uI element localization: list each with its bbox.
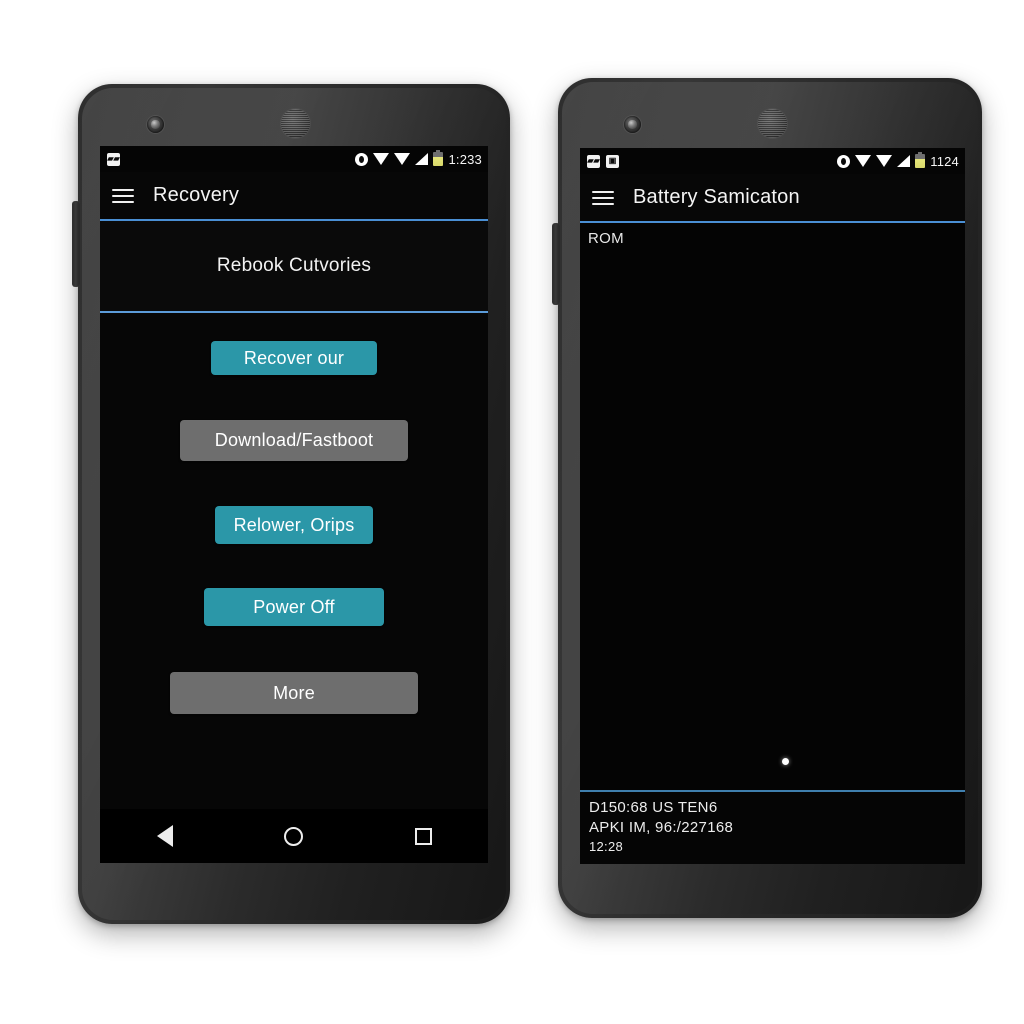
phone-left: ▰▰ 1:233 Recovery Rebook Cutvories Recov… [72, 84, 510, 924]
battery-icon [915, 152, 926, 168]
front-camera-icon-right [624, 116, 641, 133]
phone-left-content: Recover our Download/Fastboot Relower, O… [100, 313, 488, 809]
statusbar-left: ▰▰ 1:233 [100, 146, 488, 172]
log-line-2: APKI IM, 96:/227168 [589, 818, 734, 836]
signal-icon [897, 155, 911, 167]
statusbar-left-notifications: ▰▰ [107, 152, 120, 166]
statusbar-clock-right: 1124 [930, 153, 959, 169]
battery-icon [433, 150, 444, 166]
signal-icon [415, 153, 429, 165]
nav-home-icon[interactable] [271, 813, 317, 859]
more-button[interactable]: More [170, 672, 418, 714]
nav-back-icon[interactable] [142, 813, 188, 859]
loading-indicator-dot [782, 758, 789, 765]
front-camera-icon [147, 116, 164, 133]
page-title: Recovery [153, 184, 240, 206]
wifi-icon-secondary [876, 155, 893, 167]
log-line-3: 12:28 [589, 838, 624, 854]
phone-right: ▰▰ ▣ 1124 Battery Samicaton ROM D150:68 … [552, 78, 982, 918]
android-navbar-left [100, 809, 488, 863]
scene-root: ▰▰ 1:233 Recovery Rebook Cutvories Recov… [0, 0, 1024, 1024]
download-fastboot-button[interactable]: Download/Fastboot [180, 420, 408, 461]
notification-chip-icon: ▰▰ [587, 154, 600, 168]
log-output-area: ROM [580, 223, 965, 790]
page-title-right: Battery Samicaton [633, 186, 800, 208]
phone-left-screen: ▰▰ 1:233 Recovery Rebook Cutvories Recov… [100, 146, 488, 863]
relower-orips-button[interactable]: Relower, Orips [215, 506, 373, 544]
statusbar-right-notifications: ▰▰ ▣ [587, 154, 619, 168]
appbar-left: Recovery [100, 172, 488, 219]
earpiece-speaker-icon [281, 109, 310, 138]
statusbar-right-system: 1124 [837, 152, 959, 169]
alarm-icon [355, 152, 369, 166]
hamburger-menu-icon-right[interactable] [592, 190, 614, 205]
hamburger-menu-icon[interactable] [112, 188, 134, 203]
wifi-icon-secondary [394, 153, 411, 165]
nav-recents-icon[interactable] [400, 813, 446, 859]
alarm-icon [837, 154, 851, 168]
wifi-icon [373, 153, 390, 165]
recovery-button-list: Recover our Download/Fastboot Relower, O… [100, 313, 488, 714]
wifi-icon [855, 155, 872, 167]
section-header: Rebook Cutvories [100, 221, 488, 311]
earpiece-speaker-icon-right [758, 109, 787, 138]
statusbar-clock: 1:233 [448, 151, 482, 167]
statusbar-left-system: 1:233 [355, 150, 482, 167]
log-top-label: ROM [588, 230, 624, 247]
recover-our-button[interactable]: Recover our [211, 341, 377, 375]
power-off-button[interactable]: Power Off [204, 588, 384, 626]
notification-chip-icon: ▰▰ [107, 152, 120, 166]
volume-button-right[interactable] [552, 223, 560, 305]
volume-button-left[interactable] [72, 201, 80, 287]
log-footer: D150:68 US TEN6 APKI IM, 96:/227168 12:2… [580, 789, 965, 864]
phone-right-screen: ▰▰ ▣ 1124 Battery Samicaton ROM D150:68 … [580, 148, 965, 864]
notification-chip-icon-secondary: ▣ [606, 154, 619, 168]
appbar-right: Battery Samicaton [580, 174, 965, 221]
statusbar-right: ▰▰ ▣ 1124 [580, 148, 965, 174]
log-line-1: D150:68 US TEN6 [589, 798, 718, 816]
